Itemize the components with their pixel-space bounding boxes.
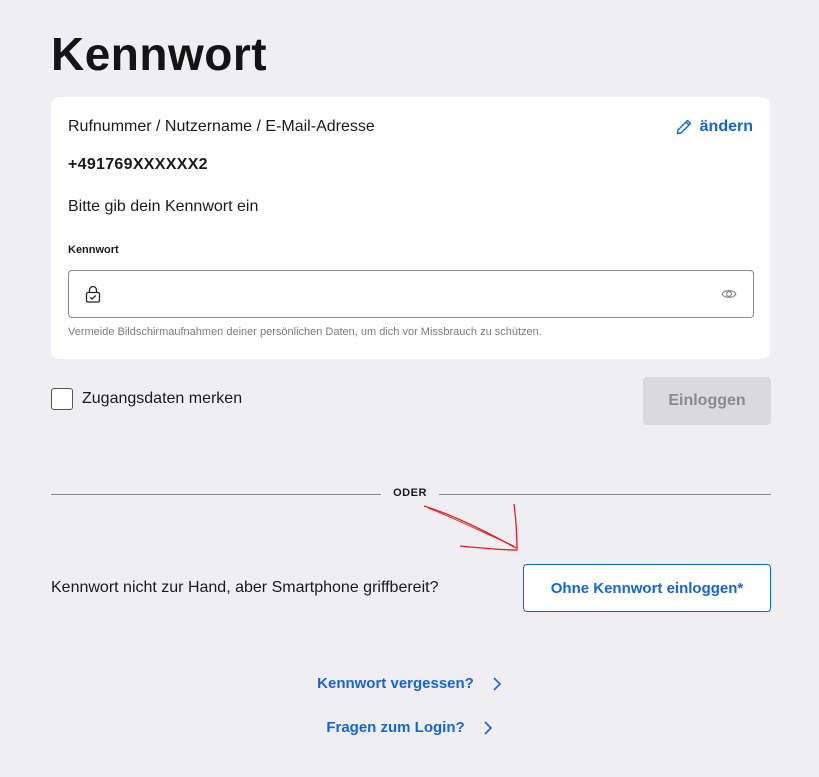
privacy-hint: Vermeide Bildschirmaufnahmen deiner pers…: [68, 326, 542, 338]
edit-account-label: ändern: [699, 118, 753, 135]
password-prompt: Bitte gib dein Kennwort ein: [68, 198, 259, 215]
account-label: Rufnummer / Nutzername / E-Mail-Adresse: [68, 118, 375, 135]
chevron-right-icon: [484, 720, 492, 735]
login-questions-link[interactable]: Fragen zum Login?: [0, 719, 819, 736]
remember-label: Zugangsdaten merken: [82, 390, 243, 407]
password-label: Kennwort: [68, 244, 119, 256]
password-field[interactable]: [68, 270, 754, 319]
account-value: +491769XXXXXX2: [68, 156, 208, 173]
login-questions-label: Fragen zum Login?: [326, 719, 465, 736]
passwordless-login-button[interactable]: Ohne Kennwort einloggen*: [523, 564, 771, 612]
edit-account-link[interactable]: ändern: [676, 118, 753, 136]
pencil-icon: [676, 119, 691, 135]
forgot-password-link[interactable]: Kennwort vergessen?: [0, 675, 819, 692]
divider-text: ODER: [393, 487, 427, 499]
chevron-right-icon: [493, 676, 501, 691]
password-input[interactable]: [113, 271, 717, 319]
remember-checkbox[interactable]: [51, 388, 73, 410]
divider-left: [51, 494, 381, 495]
annotation-arrow-icon: [423, 503, 518, 551]
page-title: Kennwort: [51, 28, 268, 80]
remember-credentials[interactable]: Zugangsdaten merken: [51, 388, 242, 410]
login-card: Rufnummer / Nutzername / E-Mail-Adresse …: [51, 97, 770, 359]
eye-icon[interactable]: [721, 287, 737, 301]
lock-icon: [85, 285, 101, 303]
login-button[interactable]: Einloggen: [643, 377, 771, 425]
forgot-password-label: Kennwort vergessen?: [317, 675, 474, 692]
passwordless-question: Kennwort nicht zur Hand, aber Smartphone…: [51, 579, 439, 596]
divider-right: [439, 494, 771, 495]
